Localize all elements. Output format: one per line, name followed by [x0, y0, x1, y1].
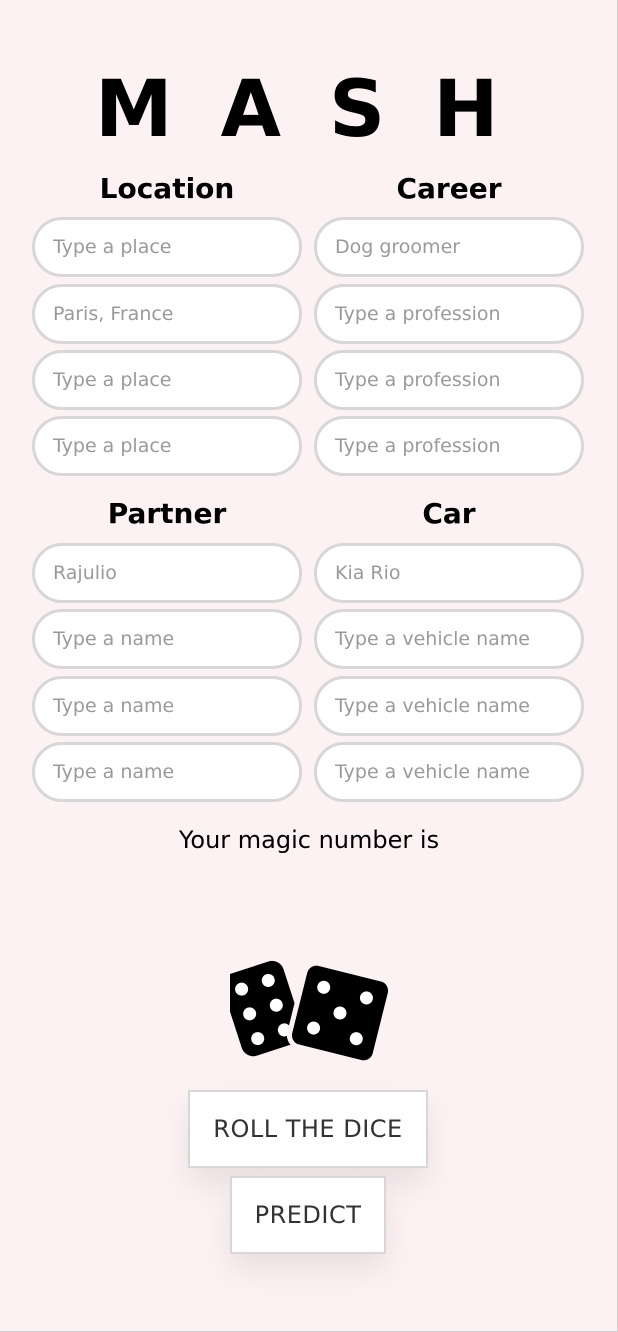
dice-icon — [230, 960, 390, 1063]
car-input-1[interactable] — [314, 543, 584, 603]
career-input-3[interactable] — [314, 350, 584, 410]
car-heading: Car — [422, 497, 476, 530]
predict-button[interactable]: PREDICT — [230, 1176, 386, 1254]
location-input-2[interactable] — [32, 284, 302, 344]
car-input-4[interactable] — [314, 742, 584, 802]
title-letter-h: H — [433, 65, 499, 155]
car-input-2[interactable] — [314, 609, 584, 669]
title-letter-m: M — [95, 65, 173, 155]
location-input-4[interactable] — [32, 416, 302, 476]
career-input-2[interactable] — [314, 284, 584, 344]
career-heading: Career — [396, 172, 502, 205]
career-input-1[interactable] — [314, 217, 584, 277]
page-title: M A S H — [95, 60, 498, 160]
title-letter-a: A — [220, 65, 281, 155]
partner-input-3[interactable] — [32, 676, 302, 736]
partner-heading: Partner — [107, 497, 227, 530]
partner-input-2[interactable] — [32, 609, 302, 669]
location-input-1[interactable] — [32, 217, 302, 277]
title-letter-s: S — [329, 65, 386, 155]
partner-input-4[interactable] — [32, 742, 302, 802]
location-heading: Location — [99, 172, 235, 205]
location-input-3[interactable] — [32, 350, 302, 410]
roll-dice-button[interactable]: ROLL THE DICE — [188, 1090, 428, 1168]
car-input-3[interactable] — [314, 676, 584, 736]
career-input-4[interactable] — [314, 416, 584, 476]
magic-number-label: Your magic number is — [178, 826, 440, 854]
partner-input-1[interactable] — [32, 543, 302, 603]
magic-number-text: Your magic number is — [0, 826, 618, 854]
